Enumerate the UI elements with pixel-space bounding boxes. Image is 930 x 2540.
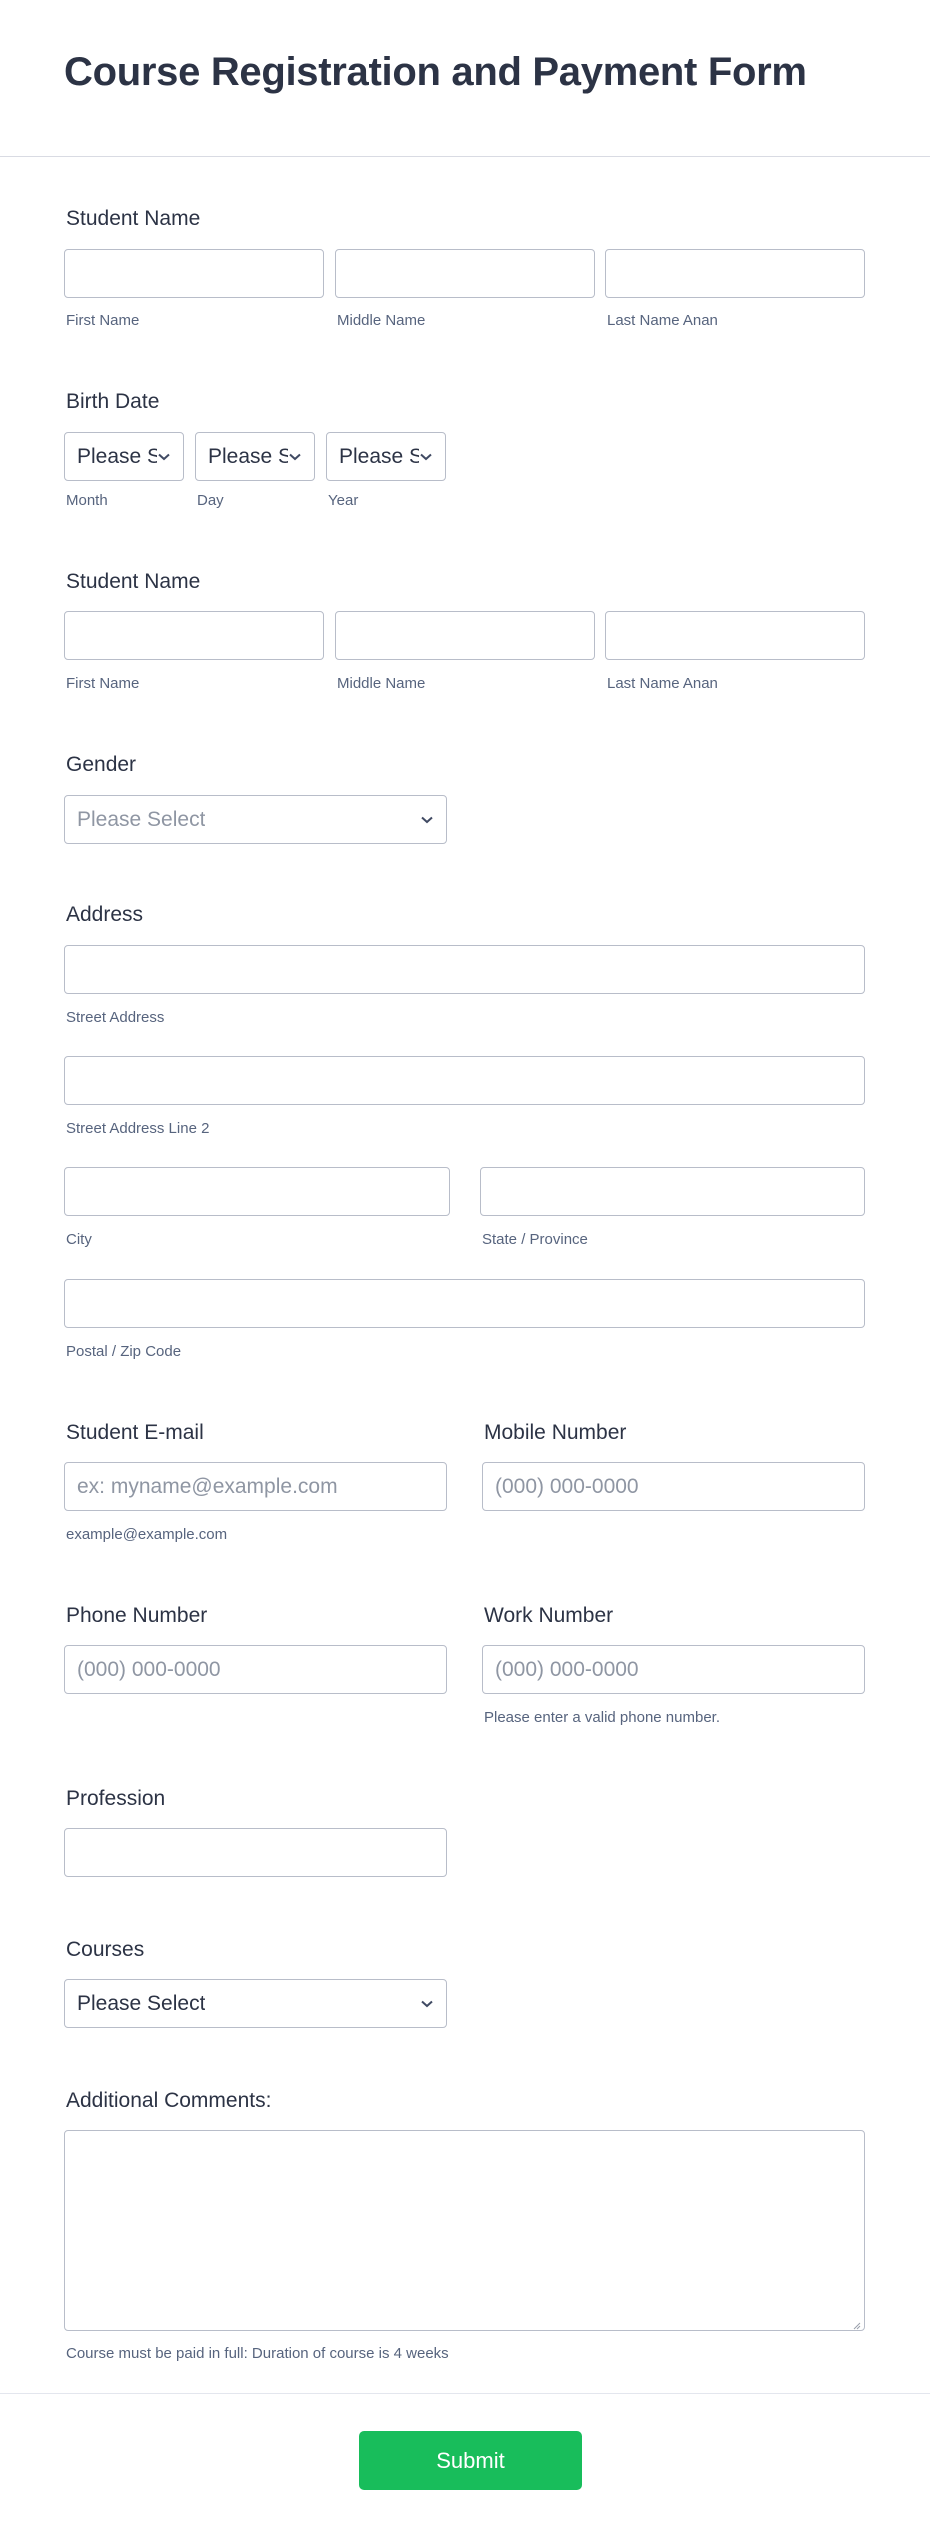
state-input[interactable] [480,1167,865,1216]
birth-year-value: Please Select [339,444,419,468]
courses-select[interactable]: Please Select [64,1979,447,2028]
footer-divider [0,2393,930,2394]
profession-input[interactable] [64,1828,447,1877]
birth-date-label: Birth Date [66,390,160,413]
address-label: Address [66,903,144,926]
student-name-2-label: Student Name [66,570,201,593]
mobile-input[interactable]: (000) 000-0000 [482,1462,865,1511]
phone-input[interactable]: (000) 000-0000 [64,1645,447,1694]
resize-handle-icon[interactable] [851,2317,861,2330]
month-sublabel: Month [66,492,108,509]
city-input[interactable] [64,1167,450,1216]
birth-month-value: Please Select [77,444,157,468]
last-name-2-input[interactable] [605,611,865,660]
chevron-down-icon [420,1997,434,2011]
postal-code-sublabel: Postal / Zip Code [66,1343,182,1360]
chevron-down-icon [157,450,171,464]
postal-code-input[interactable] [64,1279,865,1328]
header-divider [0,156,930,157]
mobile-placeholder: (000) 000-0000 [495,1474,639,1498]
profession-label: Profession [66,1787,166,1810]
first-name-sublabel: First Name [66,312,140,329]
chevron-down-icon [419,450,433,464]
birth-year-select[interactable]: Please Select [326,432,446,481]
street-address-2-input[interactable] [64,1056,865,1105]
work-placeholder: (000) 000-0000 [495,1657,639,1681]
comments-textarea[interactable] [64,2130,865,2331]
student-name-label: Student Name [66,207,201,230]
last-name-2-sublabel: Last Name Anan [607,675,718,692]
mobile-label: Mobile Number [484,1421,627,1444]
first-name-input[interactable] [64,249,324,298]
birth-day-value: Please Select [208,444,288,468]
birth-day-select[interactable]: Please Select [195,432,315,481]
comments-sublabel: Course must be paid in full: Duration of… [66,2345,449,2362]
middle-name-sublabel: Middle Name [337,312,426,329]
first-name-2-sublabel: First Name [66,675,140,692]
birth-month-select[interactable]: Please Select [64,432,184,481]
phone-label: Phone Number [66,1604,208,1627]
phone-placeholder: (000) 000-0000 [77,1657,221,1681]
middle-name-input[interactable] [335,249,595,298]
last-name-input[interactable] [605,249,865,298]
email-label: Student E-mail [66,1421,204,1444]
courses-label: Courses [66,1938,145,1961]
last-name-sublabel: Last Name Anan [607,312,718,329]
street-address-sublabel: Street Address [66,1009,165,1026]
gender-select[interactable]: Please Select [64,795,447,844]
middle-name-2-input[interactable] [335,611,595,660]
work-sublabel: Please enter a valid phone number. [484,1709,720,1726]
submit-button[interactable]: Submit [359,2431,582,2490]
state-sublabel: State / Province [482,1231,588,1248]
work-label: Work Number [484,1604,614,1627]
street-address-2-sublabel: Street Address Line 2 [66,1120,210,1137]
email-placeholder: ex: myname@example.com [77,1474,338,1498]
email-sublabel: example@example.com [66,1526,228,1543]
city-sublabel: City [66,1231,92,1248]
email-input[interactable]: ex: myname@example.com [64,1462,447,1511]
middle-name-2-sublabel: Middle Name [337,675,426,692]
year-sublabel: Year [328,492,359,509]
first-name-2-input[interactable] [64,611,324,660]
chevron-down-icon [288,450,302,464]
comments-label: Additional Comments: [66,2089,272,2112]
work-input[interactable]: (000) 000-0000 [482,1645,865,1694]
street-address-input[interactable] [64,945,865,994]
gender-placeholder: Please Select [77,807,206,831]
chevron-down-icon [420,813,434,827]
day-sublabel: Day [197,492,224,509]
page-title: Course Registration and Payment Form [64,50,807,94]
courses-value: Please Select [77,1991,206,2015]
gender-label: Gender [66,753,137,776]
